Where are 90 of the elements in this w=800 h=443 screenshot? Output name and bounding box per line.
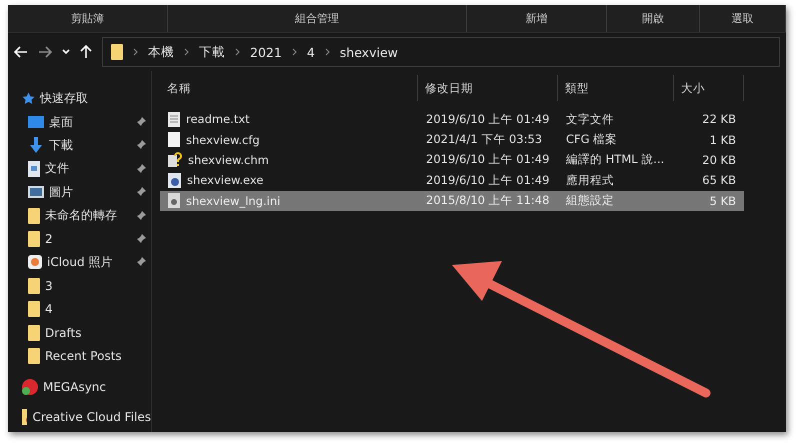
sidebar-item[interactable]: Creative Cloud Files	[32, 410, 151, 424]
sidebar-item[interactable]: 3	[45, 278, 53, 293]
modified-date: 2021/4/1 下午 03:53	[426, 132, 542, 148]
file-size: 22 KB	[702, 112, 736, 126]
file-size: 65 KB	[702, 173, 736, 188]
breadcrumb[interactable]: 2021	[250, 44, 282, 60]
folder-icon	[28, 278, 40, 294]
star-icon	[22, 92, 35, 106]
modified-date: 2015/8/10 上午 11:48	[426, 193, 550, 208]
ribbon-group-label: 選取	[732, 11, 754, 26]
file-size: 5 KB	[710, 194, 736, 208]
pin-icon[interactable]	[136, 257, 146, 268]
sidebar-item[interactable]: 桌面	[49, 114, 73, 131]
chevron-icon	[292, 48, 297, 56]
file-row[interactable]: readme.txt 2019/6/10 上午 01:49 文字文件 22 KB	[160, 109, 744, 130]
file-type: 編譯的 HTML 說...	[566, 152, 664, 168]
chevron-icon	[133, 48, 138, 56]
blank-file-icon	[168, 132, 180, 148]
pin-icon[interactable]	[136, 234, 146, 244]
help-file-icon	[168, 152, 182, 168]
cloud-folder-icon	[22, 408, 28, 425]
ribbon-group-label: 新增	[526, 11, 548, 26]
forward-button[interactable]	[38, 46, 52, 58]
file-row[interactable]: shexview.chm 2019/6/10 上午 01:49 編譯的 HTML 說... 20 KB	[160, 150, 744, 170]
folder-icon	[28, 348, 40, 364]
program-icon	[168, 172, 181, 188]
folder-icon	[28, 208, 40, 224]
ribbon-group-label: 組合管理	[295, 11, 340, 26]
column-header[interactable]: 名稱	[167, 80, 191, 96]
download-arrow-icon	[28, 137, 44, 154]
settings-file-icon	[168, 193, 180, 208]
modified-date: 2019/6/10 上午 01:49	[426, 152, 550, 168]
file-size: 1 KB	[710, 132, 736, 147]
chevron-icon	[235, 48, 240, 56]
file-name: shexview_lng.ini	[186, 194, 280, 208]
file-name: shexview.cfg	[186, 132, 260, 147]
photos-icon	[28, 255, 42, 270]
breadcrumb[interactable]: 下載	[199, 44, 225, 60]
file-name: shexview.chm	[188, 152, 269, 167]
sidebar-item[interactable]: Drafts	[45, 326, 82, 340]
file-row[interactable]: shexview.exe 2019/6/10 上午 01:49 應用程式 65 KB	[160, 170, 744, 191]
breadcrumb[interactable]: 本機	[148, 44, 174, 60]
sidebar-item[interactable]: 2	[45, 232, 53, 246]
sidebar-item[interactable]: MEGAsync	[43, 380, 106, 394]
column-header[interactable]: 修改日期	[425, 80, 473, 96]
recent-locations-button[interactable]	[62, 49, 70, 55]
file-type: 組態設定	[566, 193, 614, 208]
file-type: 文字文件	[566, 112, 614, 127]
sidebar-item[interactable]: 4	[45, 302, 53, 316]
modified-date: 2019/6/10 上午 01:49	[426, 172, 550, 188]
file-type: 應用程式	[566, 172, 614, 188]
file-name: shexview.exe	[187, 173, 264, 188]
folder-icon	[28, 231, 40, 248]
folder-icon	[111, 44, 123, 60]
up-button[interactable]	[80, 45, 92, 59]
sidebar-item[interactable]: iCloud 照片	[47, 254, 112, 271]
breadcrumb[interactable]: shexview	[340, 44, 398, 60]
sidebar-item[interactable]: 圖片	[49, 184, 73, 201]
document-icon	[28, 160, 40, 177]
ribbon-group-label: 開啟	[642, 11, 664, 26]
file-name: readme.txt	[186, 112, 250, 126]
breadcrumb[interactable]: 4	[306, 44, 315, 60]
sidebar-item[interactable]: 文件	[45, 160, 69, 178]
pin-icon[interactable]	[136, 140, 146, 150]
sidebar-item[interactable]: 下載	[49, 136, 73, 154]
back-button[interactable]	[14, 46, 28, 58]
column-header[interactable]: 類型	[565, 80, 589, 96]
folder-icon	[28, 324, 40, 341]
desktop-icon	[28, 116, 44, 128]
picture-icon	[28, 186, 44, 198]
file-row[interactable]: shexview_lng.ini 2015/8/10 上午 11:48 組態設定 5 KB	[160, 190, 744, 211]
chevron-icon	[184, 48, 189, 56]
modified-date: 2019/6/10 上午 01:49	[426, 112, 550, 127]
pin-icon[interactable]	[136, 210, 146, 221]
pin-icon[interactable]	[136, 187, 146, 198]
text-file-icon	[168, 112, 180, 127]
address-bar[interactable]: 本機 下載 2021 4 shexview	[102, 37, 780, 67]
pin-icon[interactable]	[136, 117, 146, 128]
cloud-sync-icon	[22, 379, 38, 396]
file-size: 20 KB	[702, 152, 736, 167]
pin-icon[interactable]	[136, 164, 146, 174]
chevron-icon	[324, 48, 330, 56]
column-header[interactable]: 大小	[681, 80, 705, 96]
file-type: CFG 檔案	[566, 132, 618, 148]
sidebar-item[interactable]: 快速存取	[40, 90, 88, 108]
sidebar-item[interactable]: Recent Posts	[45, 348, 122, 363]
ribbon-group-label: 剪貼簿	[71, 11, 104, 26]
file-row[interactable]: shexview.cfg 2021/4/1 下午 03:53 CFG 檔案 1 KB	[160, 129, 744, 150]
sidebar-item[interactable]: 未命名的轉存	[45, 207, 117, 224]
folder-icon	[28, 301, 40, 318]
